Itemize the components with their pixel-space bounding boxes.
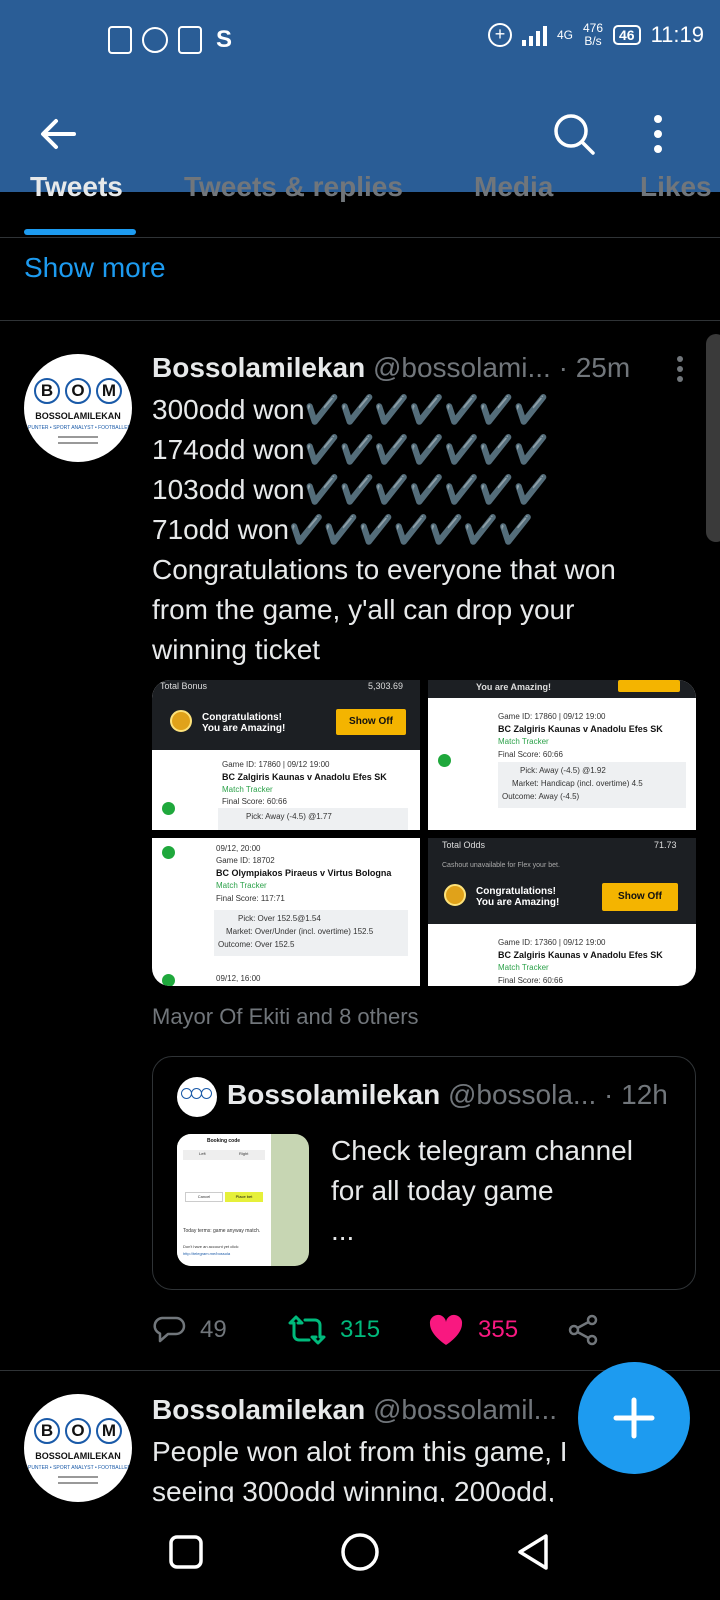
author-name[interactable]: Bossolamilekan <box>152 1394 365 1425</box>
compose-tweet-button[interactable] <box>578 1362 690 1474</box>
more-vertical-icon[interactable] <box>652 114 664 154</box>
plus-icon <box>613 1397 655 1439</box>
tweet-header: Bossolamilekan @bossolamil... <box>152 1394 572 1426</box>
author-handle[interactable]: @bossolami... <box>373 352 551 383</box>
battery-level: 46 <box>613 25 641 45</box>
reply-icon <box>153 1316 186 1343</box>
tab-likes[interactable]: Likes <box>640 176 712 202</box>
net-type: 4G <box>556 27 573 42</box>
retweet-icon <box>288 1315 326 1345</box>
quote-text: Check telegram channel for all today gam… <box>331 1135 633 1246</box>
reply-button[interactable]: 49 <box>152 1310 227 1350</box>
quote-thumbnail: Booking code Left Right Cancel Place bet… <box>177 1134 309 1266</box>
media-image-3[interactable]: 09/12, 20:00 Game ID: 18702 BC Olympiako… <box>152 838 420 986</box>
tab-tweets[interactable]: Tweets <box>30 176 123 202</box>
avatar[interactable]: BOM BOSSOLAMILEKAN • PUNTER • SPORT ANAL… <box>24 1394 132 1502</box>
quote-header: Bossolamilekan @bossola... · 12h <box>227 1079 687 1111</box>
avatar[interactable]: BOM BOSSOLAMILEKAN • PUNTER • SPORT ANAL… <box>24 354 132 462</box>
profile-tabs: Tweets Tweets & replies Media Likes <box>0 176 720 238</box>
quote-author-handle: @bossola... <box>447 1079 597 1110</box>
home-circle-icon[interactable] <box>338 1530 382 1574</box>
quote-avatar <box>177 1077 217 1117</box>
search-icon[interactable] <box>552 112 596 156</box>
tweet-more-icon[interactable] <box>676 356 684 382</box>
status-bar: S + 4G 476 B/s 46 11:19 <box>0 0 720 80</box>
heart-icon <box>429 1314 463 1345</box>
reply-count: 49 <box>200 1316 227 1343</box>
signal-icon <box>521 24 547 46</box>
app-header: S + 4G 476 B/s 46 11:19 <box>0 0 720 192</box>
tab-media[interactable]: Media <box>474 176 553 202</box>
recents-square-icon[interactable] <box>164 1530 208 1574</box>
quote-author-name: Bossolamilekan <box>227 1079 441 1110</box>
retweet-button[interactable]: 315 <box>288 1310 380 1350</box>
media-image-1[interactable]: Total Bonus 5,303.69 Congratulations! You… <box>152 680 420 830</box>
retweet-count: 315 <box>340 1316 381 1343</box>
share-button[interactable] <box>566 1310 600 1350</box>
back-arrow-icon[interactable] <box>36 112 80 156</box>
quote-time: · 12h <box>604 1079 668 1110</box>
author-name[interactable]: Bossolamilekan <box>152 352 365 383</box>
battery-saver-icon <box>108 26 132 54</box>
back-triangle-icon[interactable] <box>512 1530 556 1574</box>
edge-panel-handle[interactable] <box>706 334 720 542</box>
like-count: 355 <box>478 1316 519 1343</box>
like-button[interactable]: 355 <box>428 1310 518 1350</box>
clock: 11:19 <box>650 22 704 47</box>
quoted-tweet[interactable]: Bossolamilekan @bossola... · 12h Booking… <box>152 1056 696 1290</box>
author-handle[interactable]: @bossolamil... <box>373 1394 557 1425</box>
share-icon <box>568 1314 598 1346</box>
tweet-time: · 25m <box>558 352 631 383</box>
data-saver-icon: + <box>487 23 512 47</box>
media-image-4[interactable]: Total Odds 71.73 Cashout unavailable for… <box>428 838 696 986</box>
liked-by-text[interactable]: Mayor Of Ekiti and 8 others <box>152 1004 419 1030</box>
tab-tweets-replies[interactable]: Tweets & replies <box>184 176 403 202</box>
divider <box>0 320 720 321</box>
chrome-icon <box>142 27 168 53</box>
active-tab-indicator <box>24 229 136 235</box>
show-more-link[interactable]: Show more <box>24 252 166 284</box>
system-nav-bar <box>0 1502 720 1600</box>
net-speed: 476 B/s <box>582 21 603 48</box>
app-s-icon: S <box>215 26 232 53</box>
tweet-text: 300odd won✔️✔️✔️✔️✔️✔️✔️ 174odd won✔️✔️✔… <box>152 394 616 665</box>
tweet-header: Bossolamilekan @bossolami... · 25m <box>152 352 672 384</box>
media-image-2[interactable]: You are Amazing! Game ID: 17860 | 09/12 … <box>428 680 696 830</box>
phone-icon <box>178 26 202 54</box>
tweet-actions: 49 315 355 <box>152 1310 696 1350</box>
tweet-media-grid: Total Bonus 5,303.69 Congratulations! You… <box>152 680 696 986</box>
